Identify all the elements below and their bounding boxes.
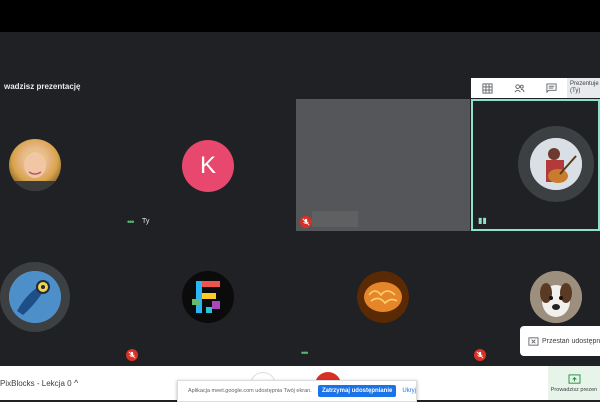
top-black-bar (0, 0, 600, 32)
presenting-line2: (Ty) (570, 88, 581, 94)
dog-icon (530, 271, 582, 323)
people-button[interactable] (503, 78, 535, 98)
present-label: Prowadzisz prezen (550, 386, 598, 393)
participant-avatar-dog (530, 271, 582, 323)
layout-button[interactable] (471, 78, 503, 98)
stop-presenting-label: Przestań udostępn (541, 337, 600, 345)
participant-name-plate (312, 211, 358, 227)
self-label: Ty (142, 218, 150, 225)
screen-share-bar: Aplikacja meet.google.com udostępnia Twó… (177, 380, 417, 402)
participant-avatar-guitar (530, 138, 582, 190)
person-photo-icon (15, 149, 55, 191)
top-controls: Prezentuje (Ty) (471, 78, 600, 98)
participant-avatar-k: K (182, 140, 234, 192)
present-screen-icon (568, 373, 580, 384)
people-icon (514, 83, 525, 92)
participant-avatar-1 (9, 139, 61, 191)
avatar-initial: K (199, 152, 216, 179)
meeting-title: PixBlocks - Lekcja 0 (0, 379, 72, 388)
guitar-player-icon (530, 138, 582, 190)
mic-off-badge (474, 349, 486, 361)
hide-share-bar-button[interactable]: Ukryj (402, 388, 416, 394)
stop-present-icon (528, 336, 539, 346)
presenting-indicator[interactable]: Prezentuje (Ty) (567, 78, 600, 98)
pixel-logo-icon (192, 281, 220, 313)
mic-off-icon (476, 351, 484, 359)
audio-level-icon: ▮▮ (478, 216, 487, 225)
participant-video-tile[interactable] (296, 99, 470, 231)
chat-button[interactable] (535, 78, 567, 98)
presentation-label: wadzisz prezentację (4, 82, 81, 91)
stop-sharing-button[interactable]: Zatrzymaj udostępnianie (317, 385, 397, 397)
grid-icon (481, 82, 493, 94)
speaking-indicator: ••• (127, 217, 135, 227)
presenting-line1: Prezentuje (570, 81, 599, 87)
mic-off-icon (302, 218, 310, 226)
speaking-indicator: ••• (301, 348, 309, 358)
mic-off-badge (126, 349, 138, 361)
participant-avatar-emblem (9, 271, 61, 323)
active-speaker-tile[interactable]: ▮▮ (471, 99, 600, 231)
mic-off-icon (128, 351, 136, 359)
participant-avatar-pixel (182, 271, 234, 323)
blue-emblem-icon (9, 271, 61, 323)
mic-off-badge (300, 216, 312, 228)
participant-avatar-brain (357, 271, 409, 323)
chevron-up-icon[interactable]: ^ (74, 378, 78, 388)
brain-icon (357, 271, 409, 323)
stop-presenting-popup[interactable]: Przestań udostępn (520, 326, 600, 356)
share-info-text: Aplikacja meet.google.com udostępnia Twó… (188, 388, 312, 394)
present-now-button[interactable]: Prowadzisz prezen (548, 366, 600, 400)
chat-icon (545, 82, 557, 93)
